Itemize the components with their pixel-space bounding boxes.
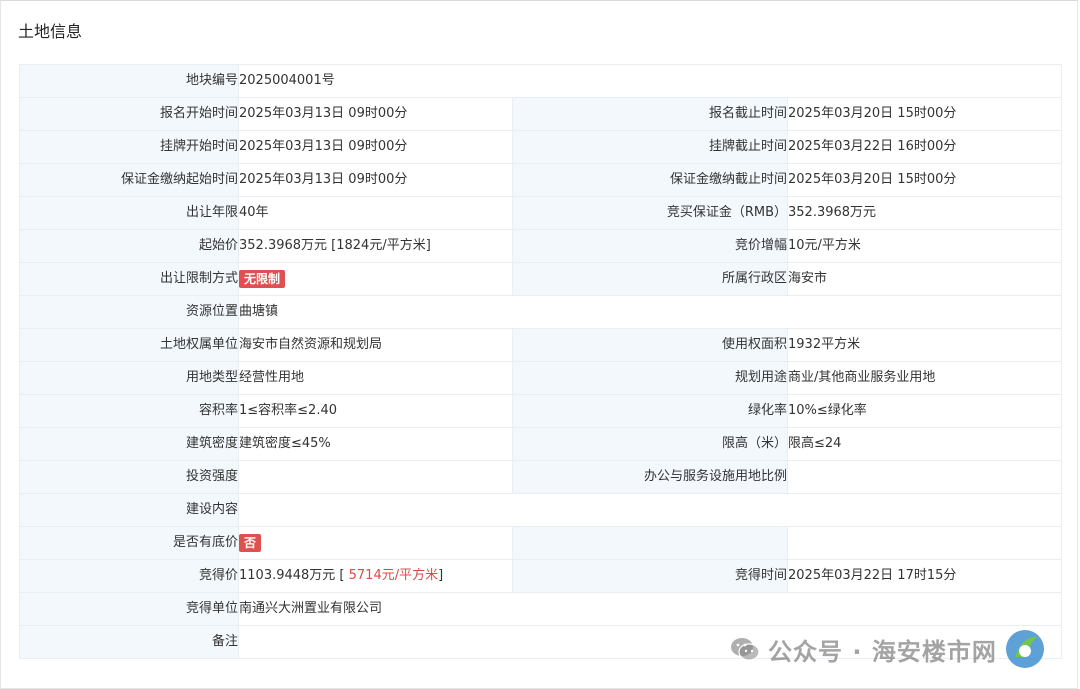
- table-row: 建设内容: [19, 493, 1063, 527]
- label-parcel-no: 地块编号: [19, 64, 239, 98]
- value-signup-start: 2025年03月13日 09时00分: [238, 97, 513, 131]
- value-owner: 海安市自然资源和规划局: [238, 328, 513, 362]
- label-planned-use: 规划用途: [512, 361, 788, 395]
- value-listing-start: 2025年03月13日 09时00分: [238, 130, 513, 164]
- value-planned-use: 商业/其他商业服务业用地: [786, 361, 1063, 395]
- table-row: 地块编号 2025004001号: [19, 64, 1063, 98]
- table-row: 建筑密度 建筑密度≤45% 限高（米） 限高≤24: [19, 427, 1063, 461]
- label-listing-start: 挂牌开始时间: [19, 130, 239, 164]
- label-area: 使用权面积: [512, 328, 788, 362]
- label-reserve-price: 是否有底价: [19, 526, 239, 560]
- value-remarks: [237, 625, 1063, 659]
- label-deposit-end: 保证金缴纳截止时间: [512, 163, 788, 197]
- label-district: 所属行政区: [512, 262, 788, 296]
- label-owner: 土地权属单位: [19, 328, 239, 362]
- winning-price-suffix: ]: [438, 568, 444, 583]
- value-location: 曲塘镇: [237, 295, 1063, 329]
- label-lease-term: 出让年限: [19, 196, 239, 230]
- label-bid-increment: 竞价增幅: [512, 229, 788, 263]
- label-construction: 建设内容: [19, 493, 239, 527]
- value-parcel-no: 2025004001号: [237, 64, 1063, 98]
- table-row: 出让限制方式 无限制 所属行政区 海安市: [19, 262, 1063, 296]
- table-row: 竞得单位 南通兴大洲置业有限公司: [19, 592, 1063, 626]
- label-winning-time: 竞得时间: [512, 559, 788, 593]
- label-far: 容积率: [19, 394, 239, 428]
- panel-title: 土地信息: [18, 22, 83, 41]
- table-row: 出让年限 40年 竞买保证金（RMB） 352.3968万元: [19, 196, 1063, 230]
- land-info-table: 地块编号 2025004001号 报名开始时间 2025年03月13日 09时0…: [19, 64, 1063, 659]
- value-investment: [238, 460, 513, 494]
- label-remarks: 备注: [19, 625, 239, 659]
- value-winning-time: 2025年03月22日 17时15分: [786, 559, 1063, 593]
- restriction-badge: 无限制: [239, 269, 286, 288]
- label-empty: [512, 526, 788, 560]
- table-row: 容积率 1≤容积率≤2.40 绿化率 10%≤绿化率: [19, 394, 1063, 428]
- label-winner: 竞得单位: [19, 592, 239, 626]
- table-row: 备注: [19, 625, 1063, 659]
- value-empty: [786, 526, 1063, 560]
- value-deposit-start: 2025年03月13日 09时00分: [238, 163, 513, 197]
- value-far: 1≤容积率≤2.40: [238, 394, 513, 428]
- label-restriction: 出让限制方式: [19, 262, 239, 296]
- value-density: 建筑密度≤45%: [238, 427, 513, 461]
- value-start-price: 352.3968万元 [1824元/平方米]: [238, 229, 513, 263]
- table-row: 报名开始时间 2025年03月13日 09时00分 报名截止时间 2025年03…: [19, 97, 1063, 131]
- label-signup-start: 报名开始时间: [19, 97, 239, 131]
- table-row: 用地类型 经营性用地 规划用途 商业/其他商业服务业用地: [19, 361, 1063, 395]
- value-bid-deposit: 352.3968万元: [786, 196, 1063, 230]
- value-lease-term: 40年: [238, 196, 513, 230]
- value-restriction: 无限制: [238, 262, 513, 296]
- label-green-rate: 绿化率: [512, 394, 788, 428]
- table-row: 挂牌开始时间 2025年03月13日 09时00分 挂牌截止时间 2025年03…: [19, 130, 1063, 164]
- reserve-price-badge: 否: [239, 533, 262, 552]
- table-row: 竞得价 1103.9448万元 [ 5714元/平方米] 竞得时间 2025年0…: [19, 559, 1063, 593]
- label-land-type: 用地类型: [19, 361, 239, 395]
- value-winning-price: 1103.9448万元 [ 5714元/平方米]: [238, 559, 513, 593]
- label-listing-end: 挂牌截止时间: [512, 130, 788, 164]
- value-height-limit: 限高≤24: [786, 427, 1063, 461]
- value-land-type: 经营性用地: [238, 361, 513, 395]
- label-start-price: 起始价: [19, 229, 239, 263]
- table-row: 资源位置 曲塘镇: [19, 295, 1063, 329]
- value-area: 1932平方米: [786, 328, 1063, 362]
- table-row: 土地权属单位 海安市自然资源和规划局 使用权面积 1932平方米: [19, 328, 1063, 362]
- winning-price-total: 1103.9448万元 [: [239, 568, 349, 583]
- value-bid-increment: 10元/平方米: [786, 229, 1063, 263]
- table-row: 起始价 352.3968万元 [1824元/平方米] 竞价增幅 10元/平方米: [19, 229, 1063, 263]
- table-row: 保证金缴纳起始时间 2025年03月13日 09时00分 保证金缴纳截止时间 2…: [19, 163, 1063, 197]
- value-office-ratio: [786, 460, 1063, 494]
- label-location: 资源位置: [19, 295, 239, 329]
- table-row: 投资强度 办公与服务设施用地比例: [19, 460, 1063, 494]
- label-bid-deposit: 竞买保证金（RMB）: [512, 196, 788, 230]
- label-deposit-start: 保证金缴纳起始时间: [19, 163, 239, 197]
- label-signup-end: 报名截止时间: [512, 97, 788, 131]
- value-winner: 南通兴大洲置业有限公司: [237, 592, 1063, 626]
- value-green-rate: 10%≤绿化率: [786, 394, 1063, 428]
- label-height-limit: 限高（米）: [512, 427, 788, 461]
- value-construction: [237, 493, 1063, 527]
- value-district: 海安市: [786, 262, 1063, 296]
- label-investment: 投资强度: [19, 460, 239, 494]
- label-winning-price: 竞得价: [19, 559, 239, 593]
- table-row: 是否有底价 否: [19, 526, 1063, 560]
- value-signup-end: 2025年03月20日 15时00分: [786, 97, 1063, 131]
- value-reserve-price: 否: [238, 526, 513, 560]
- value-deposit-end: 2025年03月20日 15时00分: [786, 163, 1063, 197]
- label-density: 建筑密度: [19, 427, 239, 461]
- land-info-panel: 土地信息 地块编号 2025004001号 报名开始时间 2025年03月13日…: [0, 0, 1078, 689]
- value-listing-end: 2025年03月22日 16时00分: [786, 130, 1063, 164]
- label-office-ratio: 办公与服务设施用地比例: [512, 460, 788, 494]
- winning-unit-price: 5714元/平方米: [348, 568, 439, 583]
